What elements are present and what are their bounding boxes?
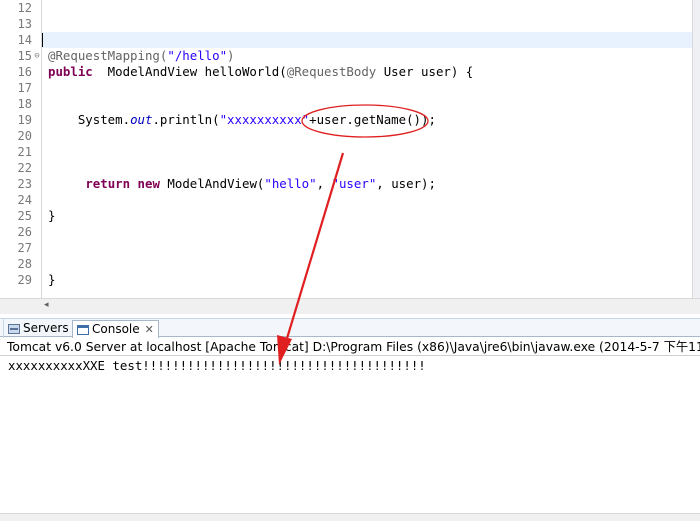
scroll-left-icon[interactable]: ◂	[44, 300, 49, 310]
code-token: @RequestBody	[286, 64, 377, 79]
code-line[interactable]: return new ModelAndView("hello", "user",…	[48, 176, 436, 192]
code-token: )	[227, 48, 235, 63]
line-number: 26	[17, 225, 32, 239]
code-token: User user) {	[376, 64, 474, 79]
code-token: , user);	[376, 176, 436, 191]
line-number: 20	[17, 129, 32, 143]
tab-servers[interactable]: Servers	[4, 320, 73, 337]
code-line[interactable]: }	[48, 272, 55, 288]
line-number: 24	[17, 193, 32, 207]
code-token: ModelAndView helloWorld(	[92, 64, 287, 79]
code-token: System.	[48, 112, 131, 127]
line-number: 18	[17, 97, 32, 111]
line-number: 12	[17, 1, 32, 15]
close-icon[interactable]: ✕	[145, 321, 154, 338]
bottom-panel-tabs: Servers Console ✕	[0, 319, 700, 338]
tab-console[interactable]: Console ✕	[72, 320, 159, 338]
code-token: public	[48, 64, 93, 79]
line-number: 23	[17, 177, 32, 191]
code-editor[interactable]: 12 13 14 15 ⊖ @RequestMapping("/hello") 16 publ…	[0, 0, 700, 298]
line-number: 17	[17, 81, 32, 95]
text-caret	[42, 33, 43, 47]
line-number: 13	[17, 17, 32, 31]
overview-ruler	[692, 0, 700, 298]
line-number: 21	[17, 145, 32, 159]
code-token: new	[137, 176, 160, 191]
console-horizontal-scrollbar[interactable]	[0, 513, 700, 521]
tab-servers-label: Servers	[23, 321, 69, 335]
console-process-label: Tomcat v6.0 Server at localhost [Apache …	[0, 338, 700, 356]
code-token: .println(	[152, 112, 220, 127]
gutter-footer	[0, 298, 42, 314]
console-output: xxxxxxxxxxXXE test!!!!!!!!!!!!!!!!!!!!!!…	[8, 358, 426, 373]
line-number: 15	[17, 49, 32, 63]
code-token: "hello"	[264, 176, 317, 191]
line-number: 29	[17, 273, 32, 287]
code-line[interactable]: }	[48, 208, 55, 224]
code-token: "user"	[331, 176, 377, 191]
tab-console-label: Console	[92, 322, 140, 336]
code-line[interactable]: public ModelAndView helloWorld(@RequestB…	[48, 64, 473, 80]
line-number: 22	[17, 161, 32, 175]
console-view[interactable]: xxxxxxxxxxXXE test!!!!!!!!!!!!!!!!!!!!!!…	[0, 356, 700, 513]
code-token: "xxxxxxxxxx"	[219, 112, 310, 127]
current-line-highlight	[0, 32, 692, 48]
code-token: return	[85, 176, 131, 191]
line-number: 14	[17, 33, 32, 47]
console-icon	[77, 324, 89, 335]
fold-toggle-icon[interactable]: ⊖	[32, 48, 42, 64]
code-token: +user.getName());	[309, 112, 436, 127]
code-token: ,	[316, 176, 332, 191]
line-number: 19	[17, 113, 32, 127]
code-token: }	[48, 272, 56, 287]
line-number: 25	[17, 209, 32, 223]
line-number: 28	[17, 257, 32, 271]
servers-icon	[8, 323, 20, 334]
line-number: 27	[17, 241, 32, 255]
line-number: 16	[17, 65, 32, 79]
code-line[interactable]: @RequestMapping("/hello")	[48, 48, 235, 64]
code-token: @RequestMapping(	[48, 48, 168, 63]
code-token: out	[130, 112, 153, 127]
code-token: }	[48, 208, 56, 223]
code-line[interactable]: System.out.println("xxxxxxxxxx"+user.get…	[48, 112, 436, 128]
horizontal-scrollbar[interactable]: ◂	[42, 298, 700, 314]
code-token: ModelAndView(	[159, 176, 265, 191]
code-token: "/hello"	[167, 48, 228, 63]
